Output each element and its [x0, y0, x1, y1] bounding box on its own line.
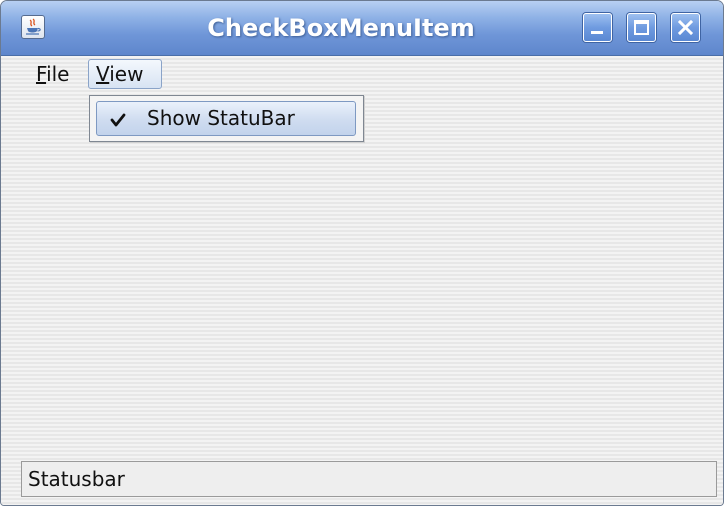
maximize-button[interactable] [627, 13, 656, 42]
menu-view-label: iew [109, 62, 144, 86]
close-icon [677, 19, 694, 36]
close-button[interactable] [671, 13, 700, 42]
show-statusbar-menu-item[interactable]: Show StatuBar [96, 101, 356, 136]
status-bar: Statusbar [21, 461, 717, 497]
menu-view[interactable]: View [88, 59, 162, 89]
minimize-button[interactable] [583, 13, 612, 42]
view-menu-popup: Show StatuBar [89, 95, 364, 142]
menu-file-mnemonic: F [36, 62, 47, 86]
show-statusbar-label: Show StatuBar [147, 106, 295, 130]
menu-file[interactable]: File [29, 59, 76, 89]
maximize-icon [634, 20, 649, 35]
menu-bar: File View [1, 56, 723, 92]
menu-view-mnemonic: V [96, 62, 110, 86]
title-bar[interactable]: CheckBoxMenuItem [1, 1, 723, 56]
content-area: File View Show StatuBar Statusbar [1, 56, 723, 505]
minimize-icon [591, 31, 603, 34]
window-title: CheckBoxMenuItem [207, 14, 475, 42]
app-window: CheckBoxMenuItem File View Show StatuBar… [0, 0, 724, 506]
menu-file-label: ile [46, 62, 70, 86]
checkmark-icon [110, 113, 126, 127]
